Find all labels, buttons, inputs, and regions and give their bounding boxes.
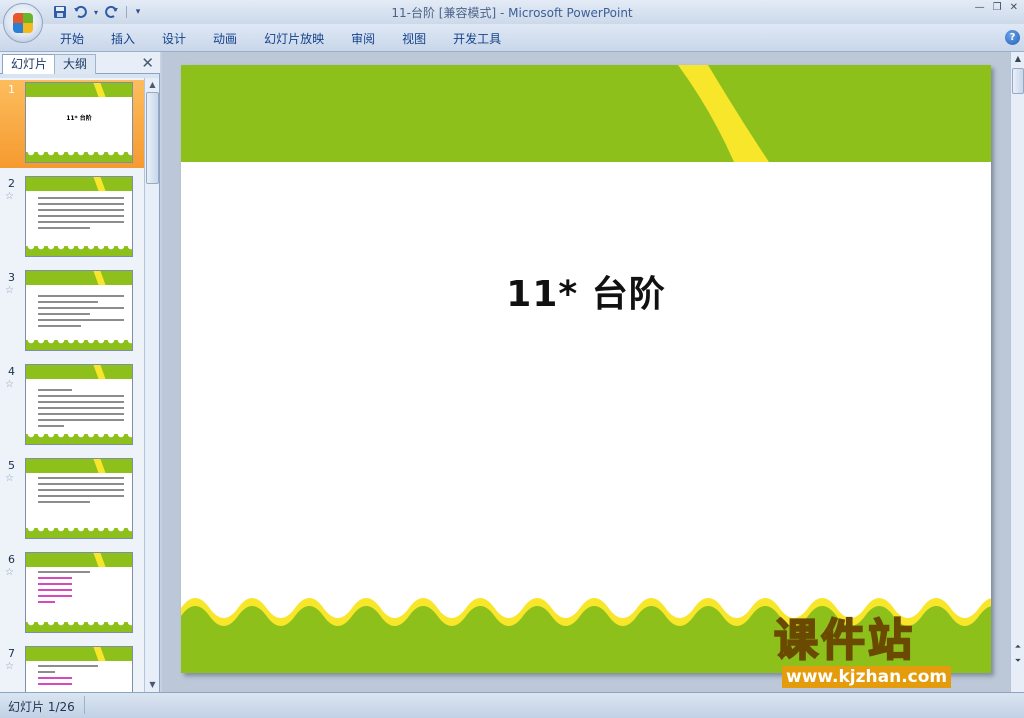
slide-number: 1 — [8, 83, 15, 96]
slide-preview: 11* 台阶 — [25, 82, 133, 163]
close-icon[interactable]: ✕ — [1010, 2, 1018, 13]
preview-text-lines — [38, 197, 124, 233]
slide-number: 5 — [8, 459, 15, 472]
slide-preview — [25, 270, 133, 351]
slide-thumbnail-1[interactable]: 1 11* 台阶 — [0, 80, 144, 168]
document-title: 11-台阶 [兼容模式] - — [391, 6, 509, 20]
preview-header-band — [26, 647, 132, 661]
slide-preview — [25, 176, 133, 257]
preview-header-band — [26, 83, 132, 97]
slide-number: 6 — [8, 553, 15, 566]
tab-slides[interactable]: 幻灯片 — [2, 54, 57, 74]
preview-wave-band — [26, 152, 132, 162]
slide-thumbnails: 1 11* 台阶 2 ☆ 3 ☆ 4 ☆ 5 ☆ 6 ☆ 7 ☆ — [0, 78, 144, 692]
status-bar: 幻灯片 1/26 — [0, 692, 1024, 718]
restore-icon[interactable]: ❐ — [993, 2, 1002, 13]
slide-thumbnail-5[interactable]: 5 ☆ — [0, 456, 144, 544]
slide-preview — [25, 458, 133, 539]
scroll-down-icon[interactable]: ▼ — [146, 678, 159, 692]
window-title: 11-台阶 [兼容模式] - Microsoft PowerPoint — [0, 4, 1024, 21]
close-panel-icon[interactable]: ✕ — [141, 54, 154, 72]
tab-home[interactable]: 开始 — [48, 30, 96, 48]
preview-text-lines — [38, 477, 124, 507]
slide-number: 4 — [8, 365, 15, 378]
preview-header-band — [26, 271, 132, 285]
preview-wave-band — [26, 434, 132, 444]
preview-header-band — [26, 553, 132, 567]
slide-background — [181, 65, 991, 673]
office-button[interactable] — [3, 3, 43, 43]
animation-star-icon: ☆ — [5, 285, 14, 296]
slide-thumbnail-2[interactable]: 2 ☆ — [0, 174, 144, 262]
tab-design[interactable]: 设计 — [150, 30, 198, 48]
preview-text-lines — [38, 665, 124, 689]
ribbon-tabs: 开始 插入 设计 动画 幻灯片放映 审阅 视图 开发工具 — [48, 30, 516, 48]
preview-text-lines — [38, 389, 124, 431]
title-bar: ▾ ▾ 11-台阶 [兼容模式] - Microsoft PowerPoint … — [0, 0, 1024, 24]
preview-header-band — [26, 459, 132, 473]
animation-star-icon: ☆ — [5, 567, 14, 578]
panel-tab-strip: 幻灯片 大纲 ✕ — [0, 52, 160, 74]
slide-title[interactable]: 11* 台阶 — [181, 265, 991, 317]
slide-preview — [25, 646, 133, 692]
window-controls: — ❐ ✕ — [975, 2, 1018, 13]
tab-view[interactable]: 视图 — [390, 30, 438, 48]
scroll-up-icon[interactable]: ▲ — [1012, 54, 1024, 63]
preview-text-lines — [38, 295, 124, 331]
tab-review[interactable]: 审阅 — [339, 30, 387, 48]
scrollbar-thumb[interactable] — [1012, 68, 1024, 94]
minimize-icon[interactable]: — — [975, 2, 985, 13]
slide-number: 2 — [8, 177, 15, 190]
preview-wave-band — [26, 528, 132, 538]
animation-star-icon: ☆ — [5, 191, 14, 202]
tab-outline[interactable]: 大纲 — [54, 54, 97, 74]
preview-wave-band — [26, 246, 132, 256]
slide-number: 7 — [8, 647, 15, 660]
status-separator — [84, 696, 85, 714]
preview-header-band — [26, 365, 132, 379]
slides-panel: 幻灯片 大纲 ✕ 1 11* 台阶 2 ☆ 3 ☆ 4 ☆ 5 ☆ 6 ☆ 7 … — [0, 52, 160, 692]
tab-insert[interactable]: 插入 — [99, 30, 147, 48]
preview-header-band — [26, 177, 132, 191]
tab-animations[interactable]: 动画 — [201, 30, 249, 48]
next-slide-icon[interactable]: ⏷ — [1012, 656, 1024, 666]
thumbnail-scrollbar[interactable]: ▲ ▼ — [144, 78, 159, 692]
preview-text-lines — [38, 571, 124, 607]
current-slide[interactable]: 11* 台阶 — [181, 65, 991, 673]
slide-number: 3 — [8, 271, 15, 284]
watermark-brand: 课件站 — [773, 615, 915, 667]
slide-thumbnail-4[interactable]: 4 ☆ — [0, 362, 144, 450]
scrollbar-thumb[interactable] — [146, 92, 159, 184]
slide-thumbnail-3[interactable]: 3 ☆ — [0, 268, 144, 356]
slide-editing-area: 11* 台阶 — [162, 52, 1010, 692]
animation-star-icon: ☆ — [5, 473, 14, 484]
preview-wave-band — [26, 622, 132, 632]
slide-preview — [25, 364, 133, 445]
app-name: Microsoft PowerPoint — [508, 6, 633, 20]
previous-slide-icon[interactable]: ⏶ — [1012, 642, 1024, 652]
watermark-url: www.kjzhan.com — [782, 666, 952, 688]
slide-thumbnail-7[interactable]: 7 ☆ — [0, 644, 144, 692]
tab-slideshow[interactable]: 幻灯片放映 — [252, 30, 336, 48]
ribbon-tab-bar: 开始 插入 设计 动画 幻灯片放映 审阅 视图 开发工具 ? — [0, 24, 1024, 52]
slide-preview — [25, 552, 133, 633]
office-logo-icon — [13, 13, 33, 33]
slide-scrollbar[interactable]: ▲ ⏶ ⏷ — [1010, 52, 1024, 692]
scroll-up-icon[interactable]: ▲ — [146, 78, 159, 92]
preview-wave-band — [26, 340, 132, 350]
tab-developer[interactable]: 开发工具 — [441, 30, 513, 48]
help-icon[interactable]: ? — [1005, 30, 1020, 45]
preview-title: 11* 台阶 — [66, 115, 92, 122]
slide-thumbnail-6[interactable]: 6 ☆ — [0, 550, 144, 638]
watermark: 课件站 www.kjzhan.com — [773, 615, 1006, 694]
animation-star-icon: ☆ — [5, 661, 14, 672]
animation-star-icon: ☆ — [5, 379, 14, 390]
slide-counter: 幻灯片 1/26 — [8, 700, 75, 714]
